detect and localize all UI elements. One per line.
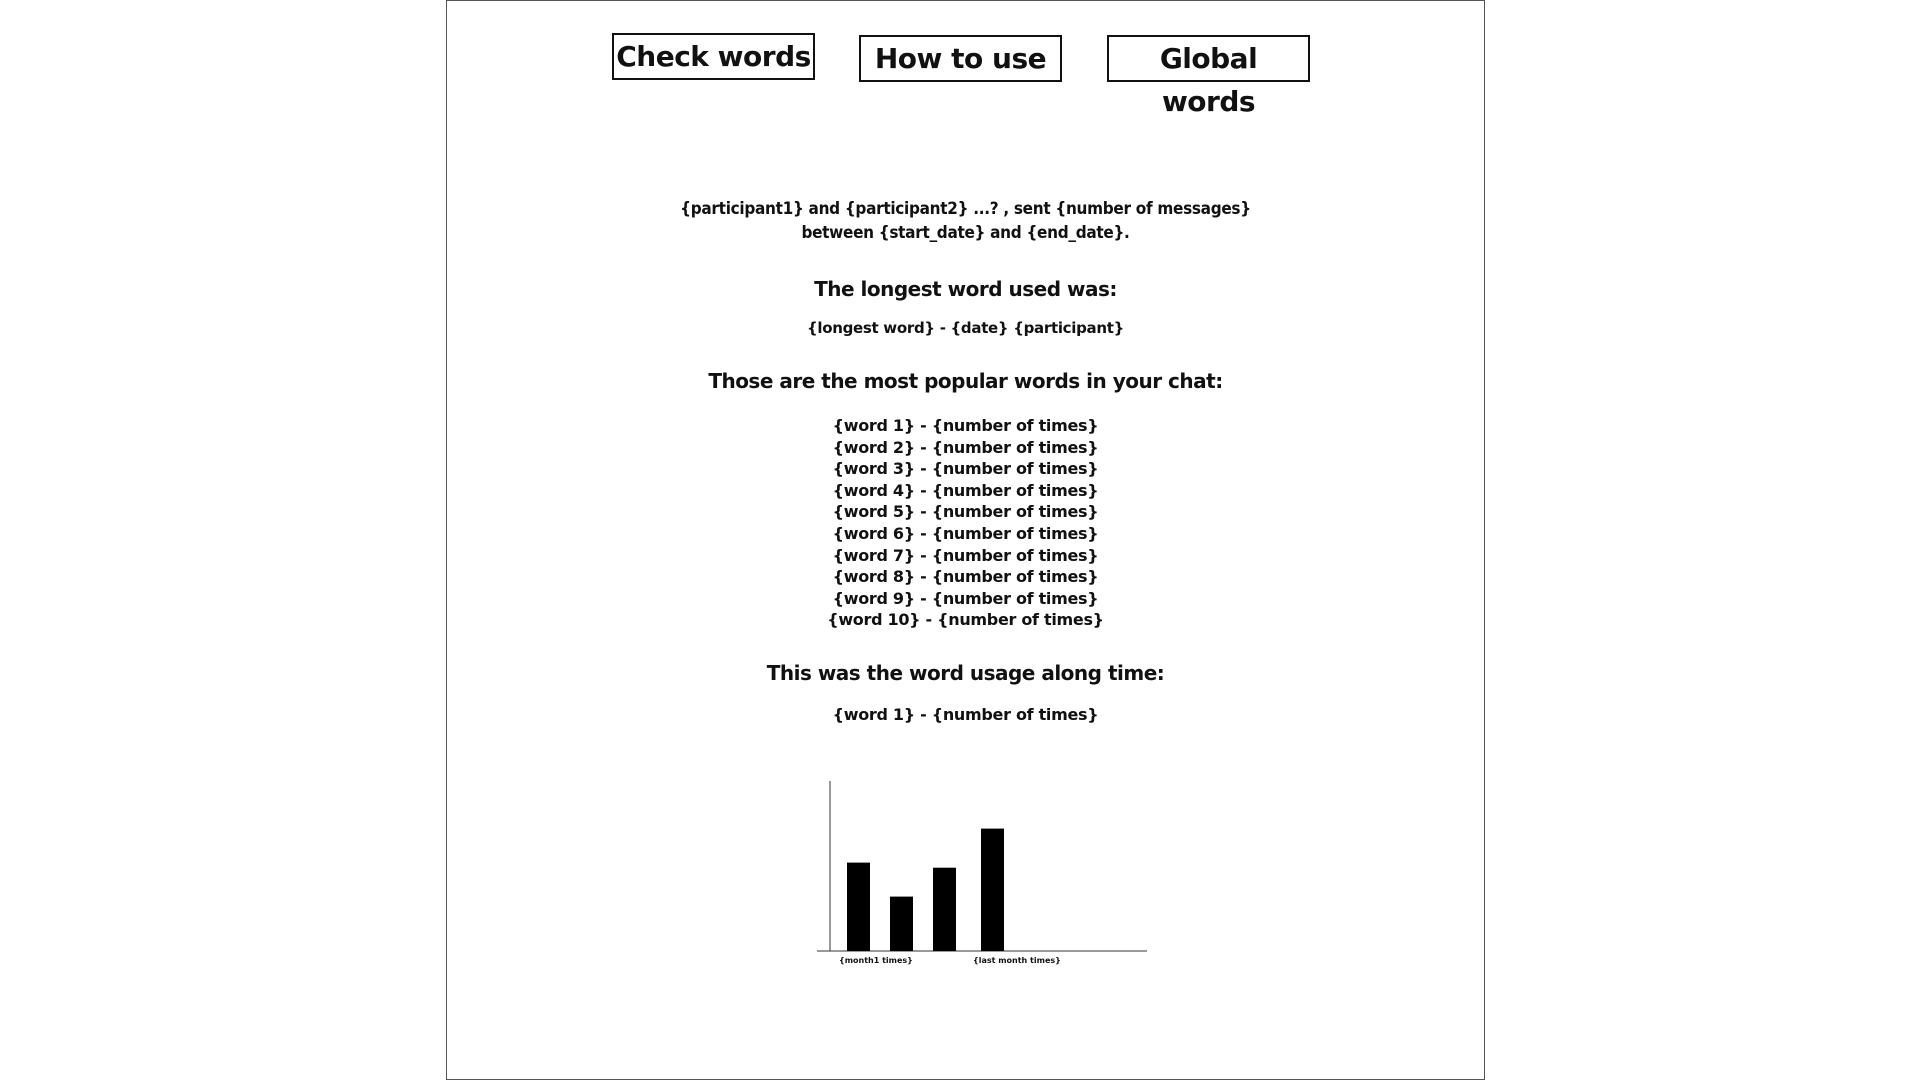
list-item: {word 3} - {number of times}	[832, 459, 1099, 479]
chart-bar	[981, 828, 1004, 951]
longest-word-value: {longest word} - {date} {participant}	[806, 319, 1125, 337]
list-item: {word 5} - {number of times}	[832, 502, 1099, 522]
list-item: {word 10} - {number of times}	[827, 610, 1104, 630]
list-item: {word 1} - {number of times}	[832, 416, 1099, 435]
chat-summary: {participant1} and {participant2} ...? ,…	[447, 197, 1484, 245]
selected-word-label[interactable]: {word 1} - {number of times}	[447, 705, 1484, 724]
list-item: {word 2} - {number of times}	[832, 437, 1099, 457]
chart-bar	[847, 862, 870, 951]
word-usage-chart-svg: {month1 times} {last month times}	[817, 781, 1147, 965]
check-words-button[interactable]: Check words	[612, 33, 815, 80]
list-item: {word 9} - {number of times}	[832, 588, 1099, 608]
word-usage-chart: {month1 times} {last month times}	[817, 771, 1157, 971]
popular-words-heading: Those are the most popular words in your…	[708, 369, 1223, 393]
longest-word-heading: The longest word used was:	[814, 277, 1117, 301]
chat-summary-line-2: between {start_date} and {end_date}.	[801, 223, 1130, 243]
list-item: {word 4} - {number of times}	[832, 480, 1099, 500]
results-content: {participant1} and {participant2} ...? ,…	[447, 197, 1484, 724]
x-tick-label: {last month times}	[973, 956, 1061, 965]
list-item: {word 7} - {number of times}	[832, 545, 1099, 565]
chart-bar	[890, 896, 913, 951]
word-usage-heading: This was the word usage along time:	[766, 660, 1165, 685]
list-item: {word 6} - {number of times}	[832, 523, 1099, 543]
top-nav: Check words How to use Global words	[447, 33, 1484, 118]
popular-words-list: {word 1} - {number of times} {word 2} - …	[447, 415, 1484, 631]
chat-summary-line-1: {participant1} and {participant2} ...? ,…	[680, 199, 1251, 219]
global-words-button[interactable]: Global words	[1107, 35, 1310, 118]
how-to-use-button[interactable]: How to use	[859, 35, 1062, 82]
chart-bar	[933, 867, 956, 951]
page-frame: Check words How to use Global words {par…	[446, 0, 1485, 1080]
x-tick-label: {month1 times}	[839, 956, 913, 965]
list-item: {word 8} - {number of times}	[832, 567, 1099, 587]
